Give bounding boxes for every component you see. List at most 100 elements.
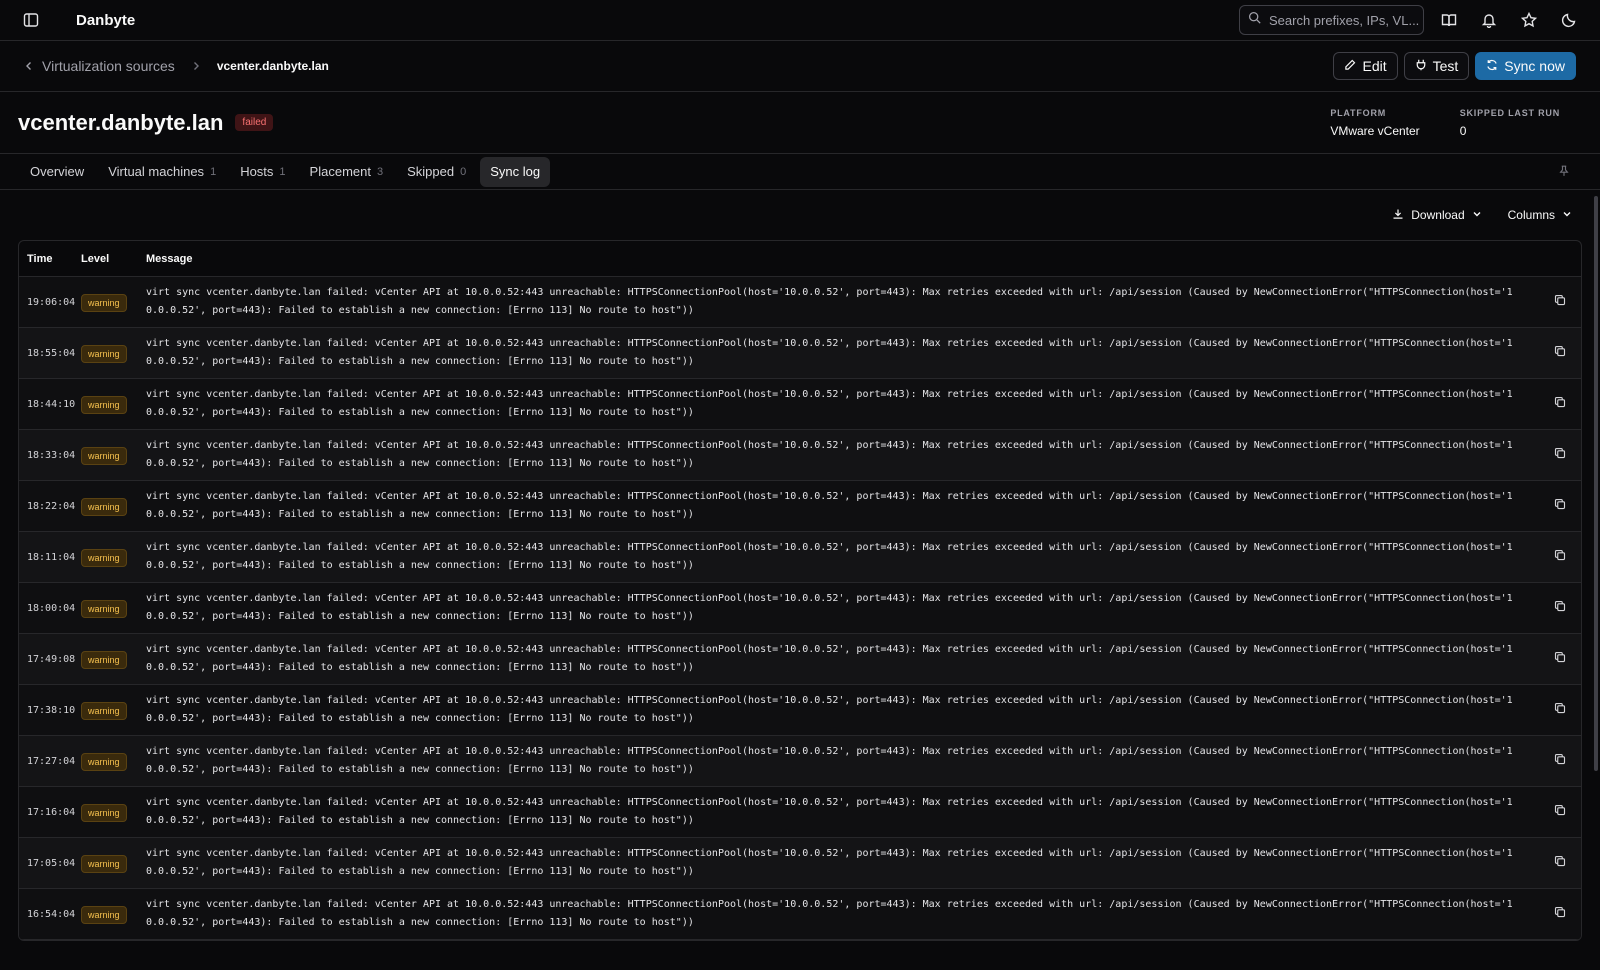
copy-icon [1554,548,1566,566]
copy-button[interactable] [1539,701,1581,719]
chevron-left-icon[interactable] [24,58,34,74]
table-row: 16:54:04 warning virt sync vcenter.danbyte… [19,889,1581,940]
table-row: 17:16:04 warning virt sync vcenter.danbyte… [19,787,1581,838]
scrollbar[interactable] [1594,196,1598,771]
message-cell: virt sync vcenter.danbyte.lan failed: vC… [146,389,1513,418]
copy-button[interactable] [1539,752,1581,770]
message-cell: virt sync vcenter.danbyte.lan failed: vC… [146,848,1513,877]
copy-icon [1554,446,1566,464]
tab-count: 3 [376,165,384,178]
level-badge: warning [81,701,127,720]
tab-skipped[interactable]: Skipped 0 [397,157,476,187]
moon-icon[interactable] [1558,9,1580,31]
copy-button[interactable] [1539,548,1581,566]
pin-icon[interactable] [1558,164,1570,182]
level-cell: warning [81,497,146,516]
copy-icon [1554,701,1566,719]
tab-placement[interactable]: Placement 3 [300,157,394,187]
level-cell: warning [81,395,146,414]
tab-overview[interactable]: Overview [20,157,94,187]
time-cell: 17:05:04 [27,857,76,869]
message-cell: virt sync vcenter.danbyte.lan failed: vC… [146,746,1513,775]
search-input[interactable] [1269,12,1419,28]
level-badge: warning [81,752,127,771]
time-cell: 18:44:10 [27,398,76,410]
meta-info: PLATFORM VMware vCenter SKIPPED LAST RUN… [1330,108,1560,138]
download-button[interactable]: Download [1392,208,1481,223]
level-column-header[interactable]: Level [81,253,146,265]
copy-button[interactable] [1539,905,1581,923]
copy-button[interactable] [1539,854,1581,872]
platform-label: PLATFORM [1330,107,1387,118]
plug-icon [1415,58,1427,74]
table-row: 17:27:04 warning virt sync vcenter.danbyte… [19,736,1581,787]
copy-button[interactable] [1539,497,1581,515]
tab-count: 0 [460,165,467,178]
level-badge: warning [81,905,127,924]
message-column-header[interactable]: Message [146,253,1581,265]
level-cell: warning [81,293,146,312]
level-badge: warning [81,599,127,618]
level-badge: warning [81,854,127,873]
copy-icon [1554,650,1566,668]
tab-count: 1 [279,165,286,178]
level-badge: warning [81,344,127,363]
search-box[interactable] [1239,5,1424,35]
message-cell: virt sync vcenter.danbyte.lan failed: vC… [146,287,1513,316]
table-row: 17:05:04 warning virt sync vcenter.danbyte… [19,838,1581,889]
tab-sync-log[interactable]: Sync log [480,156,551,187]
copy-button[interactable] [1539,395,1581,413]
copy-icon [1554,395,1566,413]
pencil-icon [1344,58,1356,74]
book-icon[interactable] [1438,9,1460,31]
tab-bar: Overview Virtual machines 1 Hosts 1 Plac… [0,154,1600,190]
table-row: 17:49:08 warning virt sync vcenter.danbyte… [19,634,1581,685]
copy-button[interactable] [1539,446,1581,464]
platform-value: VMware vCenter [1330,123,1420,138]
message-cell: virt sync vcenter.danbyte.lan failed: vC… [146,542,1513,571]
time-column-header[interactable]: Time [19,253,81,265]
star-icon[interactable] [1518,9,1540,31]
message-cell: virt sync vcenter.danbyte.lan failed: vC… [146,695,1513,724]
level-badge: warning [81,497,127,516]
edit-button[interactable]: Edit [1333,52,1398,80]
level-cell: warning [81,548,146,567]
copy-button[interactable] [1539,344,1581,362]
copy-button[interactable] [1539,650,1581,668]
app-title: Danbyte [76,11,136,29]
message-cell: virt sync vcenter.danbyte.lan failed: vC… [146,644,1513,673]
tab-label: Overview [30,164,85,179]
time-cell: 17:38:10 [27,704,76,716]
table-row: 18:33:04 warning virt sync vcenter.danbyte… [19,430,1581,481]
level-cell: warning [81,650,146,669]
tab-hosts[interactable]: Hosts 1 [230,157,295,187]
message-cell: virt sync vcenter.danbyte.lan failed: vC… [146,797,1513,826]
columns-button[interactable]: Columns [1508,208,1572,222]
breadcrumb-parent-link[interactable]: Virtualization sources [42,58,175,74]
breadcrumb-current: vcenter.danbyte.lan [216,59,329,73]
message-cell: virt sync vcenter.danbyte.lan failed: vC… [146,899,1513,928]
copy-button[interactable] [1539,599,1581,617]
copy-icon [1554,344,1566,362]
copy-icon [1554,905,1566,923]
test-button[interactable]: Test [1403,52,1470,80]
copy-icon [1554,854,1566,872]
table-row: 17:38:10 warning virt sync vcenter.danbyte… [19,685,1581,736]
tab-virtual-machines[interactable]: Virtual machines 1 [98,157,226,187]
copy-button[interactable] [1539,293,1581,311]
level-badge: warning [81,446,127,465]
sidebar-toggle-icon[interactable] [20,9,42,31]
breadcrumb: Virtualization sources vcenter.danbyte.l… [24,58,329,74]
message-cell: virt sync vcenter.danbyte.lan failed: vC… [146,491,1513,520]
platform-meta: PLATFORM VMware vCenter [1330,108,1419,138]
level-badge: warning [81,548,127,567]
time-cell: 18:11:04 [27,551,76,563]
sync-now-button[interactable]: Sync now [1475,52,1576,80]
download-label: Download [1411,208,1465,222]
table-row: 18:55:04 warning virt sync vcenter.danbyte… [19,328,1581,379]
bell-icon[interactable] [1478,9,1500,31]
tab-label: Placement [309,164,371,179]
copy-button[interactable] [1539,803,1581,821]
message-cell: virt sync vcenter.danbyte.lan failed: vC… [146,593,1513,622]
time-cell: 17:27:04 [27,755,76,767]
